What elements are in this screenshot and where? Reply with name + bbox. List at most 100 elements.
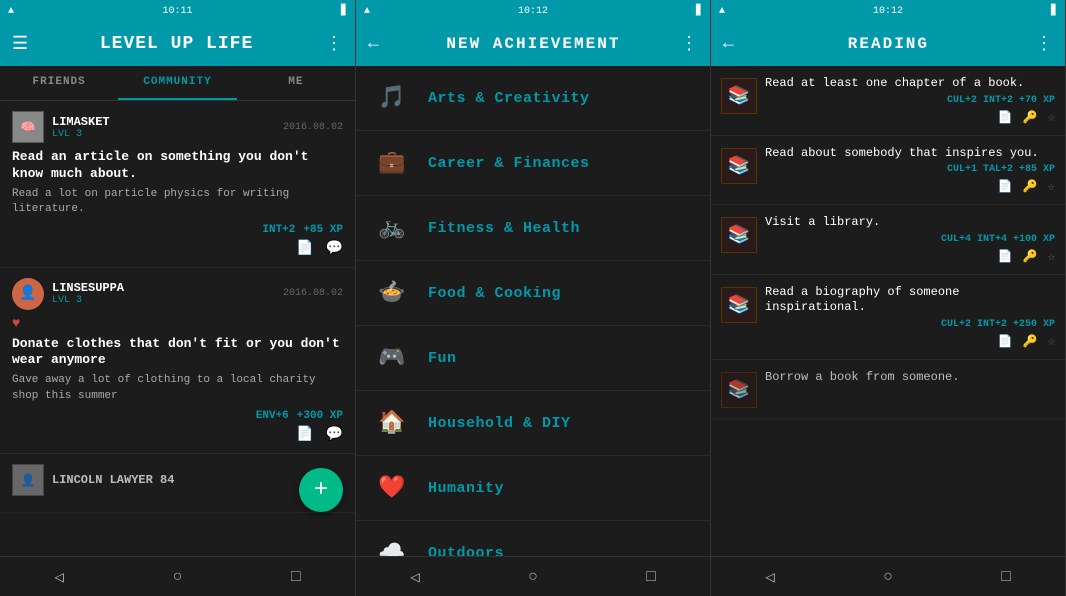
signal-icon: ▲	[8, 6, 14, 17]
category-career[interactable]: 💼 Career & Finances	[356, 131, 710, 196]
more-menu-icon-2[interactable]: ⋮	[680, 33, 698, 55]
ach-icon-5: 📚	[721, 372, 757, 408]
ach-star-icon-2[interactable]: ☆	[1048, 179, 1055, 194]
humanity-icon: ❤️	[370, 466, 414, 510]
career-icon: 💼	[370, 141, 414, 185]
category-list: 🎵 Arts & Creativity 💼 Career & Finances …	[356, 66, 710, 556]
tab-community[interactable]: COMMUNITY	[118, 66, 236, 100]
outdoors-label: Outdoors	[428, 545, 504, 557]
humanity-label: Humanity	[428, 480, 504, 497]
achievement-list: 📚 Read at least one chapter of a book. C…	[711, 66, 1065, 556]
ach-stats-4: CUL+2 INT+2 +250 XP	[765, 319, 1055, 330]
ach-key-icon-4[interactable]: 🔑	[1023, 334, 1038, 349]
ach-key-icon-2[interactable]: 🔑	[1023, 179, 1038, 194]
ach-stat-cul-1: CUL+2	[947, 95, 977, 106]
ach-stat-cul-2: CUL+1	[947, 164, 977, 175]
ach-stat-tal-2: TAL+2	[983, 164, 1013, 175]
fitness-label: Fitness & Health	[428, 220, 580, 237]
category-humanity[interactable]: ❤️ Humanity	[356, 456, 710, 521]
category-fitness[interactable]: 🚲 Fitness & Health	[356, 196, 710, 261]
nav-tabs: FRIENDS COMMUNITY ME	[0, 66, 355, 101]
achievement-5: 📚 Borrow a book from someone.	[711, 360, 1065, 419]
ach-icon-2: 📚	[721, 148, 757, 184]
ach-content-3: Visit a library. CUL+4 INT+4 +100 XP 📄 🔑…	[765, 215, 1055, 264]
ach-icon-3: 📚	[721, 217, 757, 253]
tab-friends[interactable]: FRIENDS	[0, 66, 118, 100]
ach-key-icon-1[interactable]: 🔑	[1023, 110, 1038, 125]
ach-scroll-icon-3[interactable]: 📄	[998, 249, 1013, 264]
recent-button-1[interactable]: □	[275, 564, 317, 590]
category-household[interactable]: 🏠 Household & DIY	[356, 391, 710, 456]
ach-star-icon-1[interactable]: ☆	[1048, 110, 1055, 125]
ach-stat-xp-4: +250 XP	[1013, 319, 1055, 330]
time-3: 10:12	[873, 6, 903, 17]
ach-scroll-icon-2[interactable]: 📄	[998, 179, 1013, 194]
back-button-3[interactable]: ◁	[749, 563, 791, 591]
back-button-1[interactable]: ◁	[38, 563, 80, 591]
comment-icon-1[interactable]: 💬	[326, 240, 343, 257]
signal-icon-2: ▲	[364, 6, 370, 17]
back-icon-3[interactable]: ←	[723, 34, 734, 54]
ach-key-icon-3[interactable]: 🔑	[1023, 249, 1038, 264]
bottom-nav-2: ◁ ○ □	[356, 556, 710, 596]
ach-icon-4: 📚	[721, 287, 757, 323]
more-menu-icon-3[interactable]: ⋮	[1035, 33, 1053, 55]
home-button-2[interactable]: ○	[512, 564, 554, 590]
user-level-2: LVL 3	[52, 295, 283, 306]
back-button-2[interactable]: ◁	[394, 563, 436, 591]
share-icon-2[interactable]: 📄	[296, 426, 313, 443]
ach-stats-1: CUL+2 INT+2 +70 XP	[765, 95, 1055, 106]
feed-icons-1: 📄 💬	[12, 240, 343, 257]
avatar-1: 🧠	[12, 111, 44, 143]
feed-date-1: 2016.08.02	[283, 122, 343, 133]
tab-me[interactable]: ME	[237, 66, 355, 100]
ach-scroll-icon-1[interactable]: 📄	[998, 110, 1013, 125]
ach-stat-int-4: INT+2	[977, 319, 1007, 330]
ach-icons-3: 📄 🔑 ☆	[765, 249, 1055, 264]
phone-2: ▲ 10:12 ▊ ← NEW ACHIEVEMENT ⋮ 🎵 Arts & C…	[356, 0, 711, 596]
hamburger-icon[interactable]: ☰	[12, 33, 28, 55]
feed-item-2: 👤 Linsesuppa LVL 3 2016.08.02 ♥ Donate c…	[0, 268, 355, 455]
feed-stats-2: ENV+6 +300 XP	[12, 410, 343, 422]
stat-env-2: ENV+6	[256, 410, 289, 422]
home-button-1[interactable]: ○	[157, 564, 199, 590]
ach-star-icon-4[interactable]: ☆	[1048, 334, 1055, 349]
stat-int-1: INT+2	[262, 224, 295, 236]
user-level-1: LVL 3	[52, 129, 283, 140]
fab-button[interactable]: +	[299, 468, 343, 512]
recent-button-3[interactable]: □	[985, 564, 1027, 590]
recent-button-2[interactable]: □	[630, 564, 672, 590]
category-arts[interactable]: 🎵 Arts & Creativity	[356, 66, 710, 131]
status-right-1: ▊	[341, 5, 347, 17]
ach-title-1: Read at least one chapter of a book.	[765, 76, 1055, 92]
time-2: 10:12	[518, 6, 548, 17]
category-outdoors[interactable]: ☁️ Outdoors	[356, 521, 710, 556]
feed-title-2: Donate clothes that don't fit or you don…	[12, 336, 343, 370]
ach-scroll-icon-4[interactable]: 📄	[998, 334, 1013, 349]
feed-body-1: Read a lot on particle physics for writi…	[12, 187, 343, 218]
ach-content-4: Read a biography of someone inspirationa…	[765, 285, 1055, 349]
heart-icon: ♥	[12, 316, 343, 332]
ach-stat-cul-4: CUL+2	[941, 319, 971, 330]
category-food[interactable]: 🍲 Food & Cooking	[356, 261, 710, 326]
stat-xp-2: +300 XP	[297, 410, 343, 422]
back-icon-2[interactable]: ←	[368, 34, 379, 54]
home-button-3[interactable]: ○	[867, 564, 909, 590]
app-title: LEVEL UP LIFE	[100, 34, 253, 54]
bottom-nav-1: ◁ ○ □	[0, 556, 355, 596]
feed-container: 🧠 Limasket LVL 3 2016.08.02 Read an arti…	[0, 101, 355, 556]
more-menu-icon-1[interactable]: ⋮	[325, 33, 343, 55]
category-fun[interactable]: 🎮 Fun	[356, 326, 710, 391]
battery-icon-1: ▊	[341, 5, 347, 17]
ach-stat-xp-2: +85 XP	[1019, 164, 1055, 175]
ach-icons-4: 📄 🔑 ☆	[765, 334, 1055, 349]
ach-stat-xp-1: +70 XP	[1019, 95, 1055, 106]
fitness-icon: 🚲	[370, 206, 414, 250]
share-icon-1[interactable]: 📄	[296, 240, 313, 257]
ach-content-1: Read at least one chapter of a book. CUL…	[765, 76, 1055, 125]
ach-icons-2: 📄 🔑 ☆	[765, 179, 1055, 194]
ach-star-icon-3[interactable]: ☆	[1048, 249, 1055, 264]
comment-icon-2[interactable]: 💬	[326, 426, 343, 443]
avatar-3: 👤	[12, 464, 44, 496]
fun-label: Fun	[428, 350, 457, 367]
